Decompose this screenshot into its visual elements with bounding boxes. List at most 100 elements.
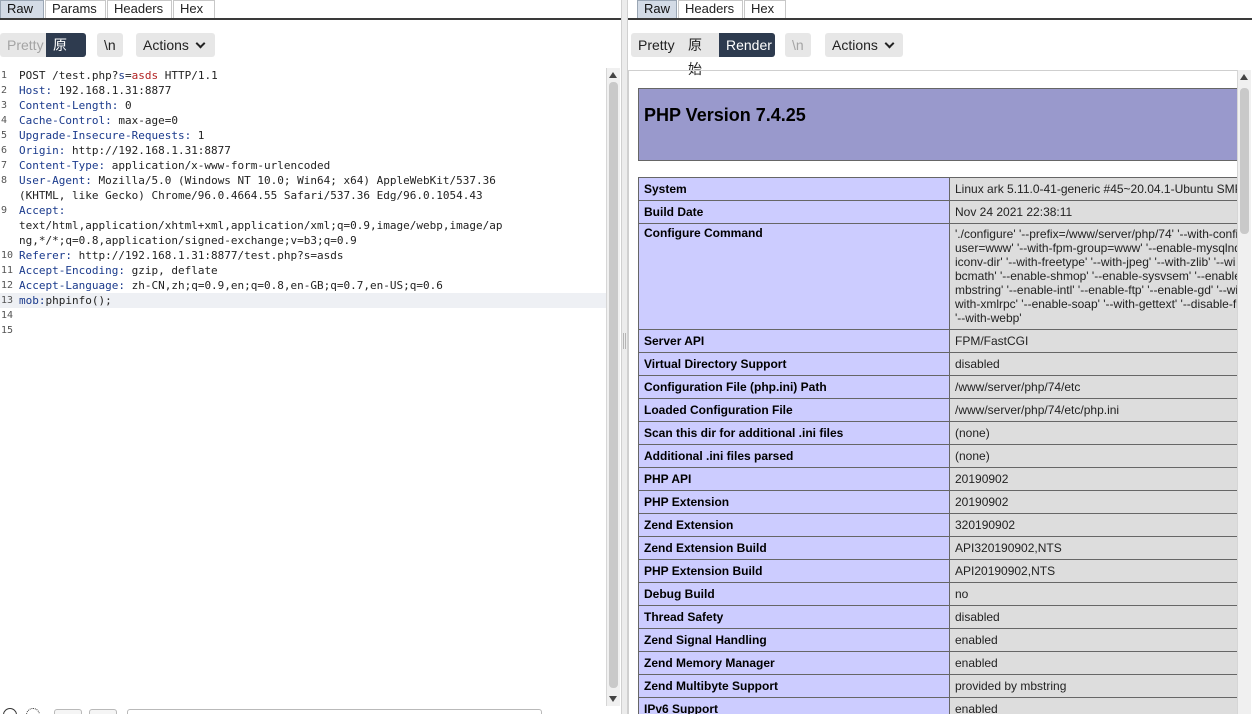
header-name: Referer: [19, 249, 72, 262]
code-line[interactable]: 13 mob:phpinfo(); [0, 293, 606, 308]
line-number: 1 [1, 70, 8, 81]
newline-toggle-button[interactable]: \n [785, 33, 811, 57]
phpinfo-key: Server API [638, 329, 950, 353]
phpinfo-table: System Linux ark 5.11.0-41-generic #45~20… [638, 177, 1238, 714]
phpinfo-key: Scan this dir for additional .ini files [638, 421, 950, 445]
code-line[interactable]: 7 Content-Type: application/x-www-form-ur… [0, 158, 606, 173]
scrollbar-thumb[interactable] [609, 82, 618, 688]
previous-button[interactable] [54, 709, 82, 714]
phpinfo-key: Zend Multibyte Support [638, 674, 950, 698]
tab-headers[interactable]: Headers [678, 0, 743, 18]
phpinfo-key: Zend Extension Build [638, 536, 950, 560]
phpinfo-value: 20190902 [949, 490, 1238, 514]
tab-headers[interactable]: Headers [107, 0, 172, 18]
request-pane: Raw Params Headers Hex Pretty 原始 \n Acti… [0, 0, 621, 714]
code-line[interactable]: 12 Accept-Language: zh-CN,zh;q=0.9,en;q=0… [0, 278, 606, 293]
param-name: s [118, 69, 125, 82]
phpinfo-value: (none) [949, 444, 1238, 468]
tab-hex[interactable]: Hex [173, 0, 215, 18]
phpinfo-row: Debug Build no [638, 582, 1238, 606]
phpinfo-row: PHP Extension Build API20190902,NTS [638, 559, 1238, 583]
raw-view-button[interactable]: 原始 [46, 33, 86, 77]
code-line[interactable]: text/html,application/xhtml+xml,applicat… [0, 218, 606, 233]
code-line[interactable]: 14 [0, 308, 606, 323]
request-scrollbar[interactable] [606, 68, 620, 706]
scroll-up-arrow-icon[interactable] [609, 72, 617, 78]
phpinfo-key: PHP API [638, 467, 950, 491]
actions-button[interactable]: Actions [136, 33, 215, 57]
next-button[interactable] [89, 709, 117, 714]
php-version-header: PHP Version 7.4.25 [638, 88, 1238, 161]
actions-button[interactable]: Actions [825, 33, 903, 57]
header-name: Content-Type: [19, 159, 106, 172]
header-name: Upgrade-Insecure-Requests: [19, 129, 192, 142]
tab-params[interactable]: Params [45, 0, 106, 18]
header-name: Host: [19, 84, 53, 97]
line-number: 4 [1, 115, 8, 126]
line-content: Upgrade-Insecure-Requests: 1 [19, 128, 204, 143]
tab-raw[interactable]: Raw [0, 0, 44, 18]
phpinfo-value: provided by mbstring [949, 674, 1238, 698]
phpinfo-value: API20190902,NTS [949, 559, 1238, 583]
code-line[interactable]: 1 POST /test.php?s=asds HTTP/1.1 [0, 68, 606, 83]
header-value: Mozilla/5.0 (Windows NT 10.0; Win64; x64… [91, 174, 496, 187]
request-line: POST /test.php? [19, 69, 119, 82]
code-line[interactable]: 3 Content-Length: 0 [0, 98, 606, 113]
line-number: 11 [1, 265, 14, 276]
code-line[interactable]: ng,*/*;q=0.8,application/signed-exchange… [0, 233, 606, 248]
phpinfo-value: enabled [949, 651, 1238, 675]
code-line[interactable]: 8 User-Agent: Mozilla/5.0 (Windows NT 10.… [0, 173, 606, 188]
header-value: gzip, deflate [124, 264, 218, 277]
code-line[interactable]: 9 Accept: [0, 203, 606, 218]
code-line[interactable]: 15 [0, 323, 606, 338]
code-line[interactable]: 5 Upgrade-Insecure-Requests: 1 [0, 128, 606, 143]
search-bar [0, 706, 606, 714]
phpinfo-row: PHP API 20190902 [638, 467, 1238, 491]
header-value: 0 [118, 99, 132, 112]
scroll-up-arrow-icon[interactable] [1240, 74, 1248, 80]
code-line[interactable]: 4 Cache-Control: max-age=0 [0, 113, 606, 128]
pane-divider[interactable] [621, 0, 628, 714]
tab-raw[interactable]: Raw [637, 0, 677, 18]
phpinfo-key: Zend Memory Manager [638, 651, 950, 675]
code-line[interactable]: (KHTML, like Gecko) Chrome/96.0.4664.55 … [0, 188, 606, 203]
actions-label: Actions [143, 37, 189, 53]
raw-view-button[interactable]: 原始 [681, 33, 719, 77]
header-value: phpinfo(); [45, 294, 112, 307]
phpinfo-key: PHP Extension [638, 490, 950, 514]
line-number: 3 [1, 100, 8, 111]
response-scrollbar[interactable] [1237, 70, 1251, 714]
phpinfo-key: Zend Signal Handling [638, 628, 950, 652]
pretty-button[interactable]: Pretty [631, 33, 681, 57]
search-input[interactable] [127, 709, 542, 714]
line-content: Content-Type: application/x-www-form-url… [19, 158, 330, 173]
header-value: http://192.168.1.31:8877 [65, 144, 231, 157]
rendered-response: PHP Version 7.4.25 System Linux ark 5.11.… [628, 70, 1238, 714]
code-line[interactable]: 11 Accept-Encoding: gzip, deflate [0, 263, 606, 278]
header-value: ng,*/*;q=0.8,application/signed-exchange… [19, 234, 357, 247]
scrollbar-thumb[interactable] [1240, 88, 1249, 234]
line-content: ng,*/*;q=0.8,application/signed-exchange… [19, 233, 357, 248]
code-line[interactable]: 2 Host: 192.168.1.31:8877 [0, 83, 606, 98]
pretty-button[interactable]: Pretty [0, 33, 46, 57]
phpinfo-value: /www/server/php/74/etc/php.ini [949, 398, 1238, 422]
phpinfo-key: IPv6 Support [638, 697, 950, 714]
scroll-down-arrow-icon[interactable] [609, 696, 617, 702]
line-content: Referer: http://192.168.1.31:8877/test.p… [19, 248, 344, 263]
line-content: Accept-Language: zh-CN,zh;q=0.9,en;q=0.8… [19, 278, 443, 293]
render-button[interactable]: Render [719, 33, 775, 57]
settings-icon[interactable] [26, 708, 40, 714]
request-toolbar: Pretty 原始 \n Actions [0, 20, 621, 77]
phpinfo-row: Zend Memory Manager enabled [638, 651, 1238, 675]
phpinfo-key: Configuration File (php.ini) Path [638, 375, 950, 399]
phpinfo-key: Debug Build [638, 582, 950, 606]
request-editor[interactable]: 1 POST /test.php?s=asds HTTP/1.1 2 Host: 19… [0, 68, 606, 708]
code-line[interactable]: 10 Referer: http://192.168.1.31:8877/test… [0, 248, 606, 263]
tab-hex[interactable]: Hex [744, 0, 786, 18]
divider-grip-icon[interactable] [623, 333, 626, 349]
phpinfo-row: System Linux ark 5.11.0-41-generic #45~20… [638, 177, 1238, 201]
newline-toggle-button[interactable]: \n [97, 33, 123, 57]
phpinfo-row: Server API FPM/FastCGI [638, 329, 1238, 353]
help-icon[interactable] [3, 708, 17, 714]
code-line[interactable]: 6 Origin: http://192.168.1.31:8877 [0, 143, 606, 158]
